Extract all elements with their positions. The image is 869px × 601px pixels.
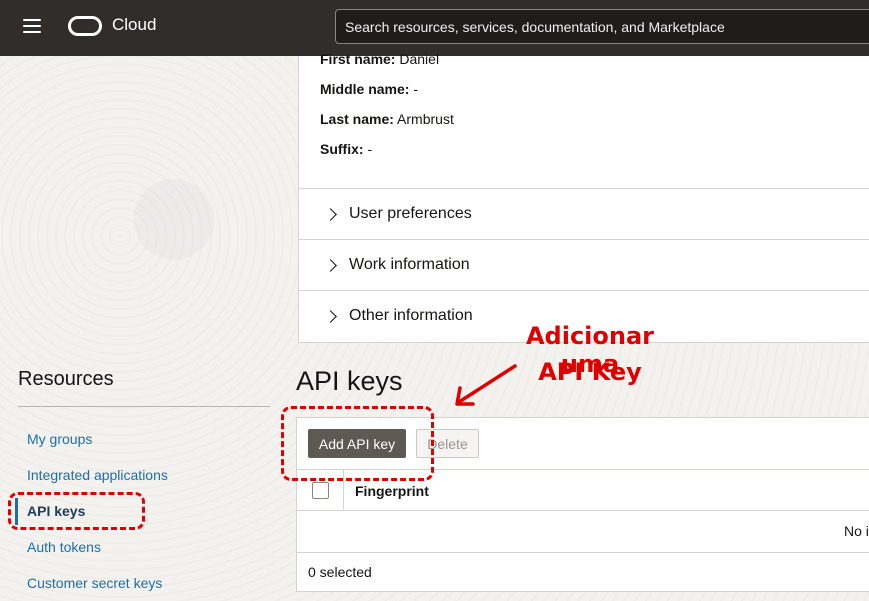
suffix-field: Suffix: - <box>320 141 373 157</box>
annotation-arrow-icon <box>455 364 517 406</box>
work-information-section[interactable]: Work information <box>299 239 869 290</box>
annotation-highlight-api-keys <box>8 492 145 530</box>
sidebar-item-customer-secret-keys[interactable]: Customer secret keys <box>27 575 162 591</box>
api-keys-title: API keys <box>296 366 403 396</box>
chevron-right-icon <box>324 309 337 323</box>
sidebar-item-integrated-applications[interactable]: Integrated applications <box>27 467 168 483</box>
chevron-right-icon <box>324 207 337 221</box>
fingerprint-column-header[interactable]: Fingerprint <box>355 483 429 499</box>
select-all-checkbox[interactable] <box>312 482 329 499</box>
app-name[interactable]: Cloud <box>112 15 156 35</box>
user-details-card: First name: Daniel Middle name: - Last n… <box>298 51 869 343</box>
menu-icon[interactable] <box>23 19 41 33</box>
resources-divider <box>18 406 270 407</box>
middle-name-field: Middle name: - <box>320 81 419 97</box>
sidebar-item-auth-tokens[interactable]: Auth tokens <box>27 539 101 555</box>
annotation-highlight-add-button <box>281 406 434 481</box>
table-footer-divider <box>297 552 869 553</box>
top-navigation-bar: Cloud Search resources, services, docume… <box>0 0 869 56</box>
selected-count: 0 selected <box>308 564 372 580</box>
user-preferences-section[interactable]: User preferences <box>299 188 869 239</box>
chevron-right-icon <box>324 258 337 272</box>
search-input[interactable]: Search resources, services, documentatio… <box>335 9 869 44</box>
first-name-field: First name: Daniel <box>320 51 440 67</box>
resources-title: Resources <box>18 368 114 390</box>
oracle-logo-icon[interactable] <box>68 16 102 36</box>
last-name-field: Last name: Armbrust <box>320 111 454 127</box>
empty-table-message: No items <box>844 523 869 539</box>
sidebar-item-my-groups[interactable]: My groups <box>27 431 92 447</box>
